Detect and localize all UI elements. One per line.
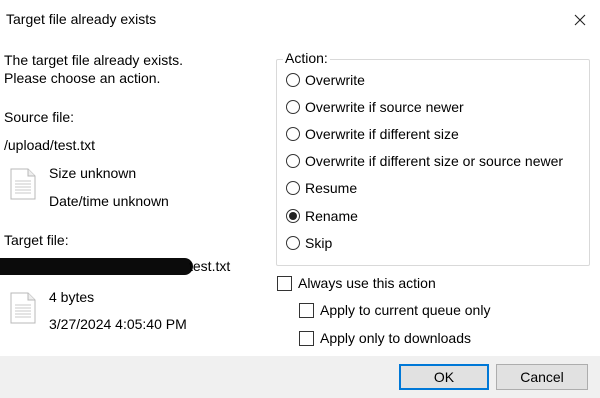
radio-selected-dot (289, 212, 297, 220)
cancel-button[interactable]: Cancel (496, 364, 588, 390)
file-icon (10, 292, 36, 324)
radio-rename[interactable]: Rename (286, 206, 358, 226)
radio-label: Skip (305, 235, 333, 251)
radio-label: Overwrite if source newer (305, 99, 464, 115)
current-queue-checkbox-row[interactable]: Apply to current queue only (299, 300, 490, 320)
target-file-size: 4 bytes (49, 289, 95, 305)
radio-label: Resume (305, 180, 358, 196)
checkbox-label: Always use this action (298, 275, 436, 291)
close-icon (574, 14, 586, 26)
source-file-date: Date/time unknown (49, 193, 169, 209)
always-use-checkbox[interactable] (277, 275, 292, 291)
always-use-checkbox-row[interactable]: Always use this action (277, 273, 436, 293)
radio-overwrite[interactable]: Overwrite (286, 70, 365, 90)
radio-button[interactable] (286, 73, 300, 87)
radio-overwrite-if-different-size[interactable]: Overwrite if different size (286, 124, 459, 144)
source-file-size: Size unknown (49, 165, 137, 181)
checkbox-label: Apply to current queue only (320, 302, 491, 318)
radio-skip[interactable]: Skip (286, 233, 332, 253)
radio-label: Overwrite (305, 72, 365, 88)
radio-button[interactable] (286, 236, 300, 250)
redaction-bar (0, 258, 193, 275)
current-queue-checkbox[interactable] (299, 302, 314, 318)
action-legend: Action: (283, 50, 330, 67)
radio-button[interactable] (286, 181, 300, 195)
radio-label: Rename (305, 208, 358, 224)
downloads-only-checkbox[interactable] (299, 330, 314, 346)
target-file-label: Target file: (4, 232, 69, 248)
source-file-path: /upload/test.txt (4, 137, 96, 153)
target-file-date: 3/27/2024 4:05:40 PM (49, 316, 187, 332)
radio-label: Overwrite if different size (305, 126, 459, 142)
ok-button[interactable]: OK (399, 364, 489, 390)
radio-button-selected[interactable] (286, 209, 300, 223)
title-bar: Target file already exists (0, 0, 600, 40)
radio-button[interactable] (286, 127, 300, 141)
radio-overwrite-if-size-or-newer[interactable]: Overwrite if different size or source ne… (286, 151, 563, 171)
target-file-path: test.txt (189, 258, 231, 274)
close-button[interactable] (566, 6, 594, 34)
radio-resume[interactable]: Resume (286, 178, 357, 198)
checkbox-label: Apply only to downloads (320, 330, 471, 346)
source-file-label: Source file: (4, 109, 75, 125)
radio-button[interactable] (286, 154, 300, 168)
message-line-1: The target file already exists. (4, 52, 183, 68)
window-title: Target file already exists (6, 11, 157, 27)
downloads-only-checkbox-row[interactable]: Apply only to downloads (299, 328, 471, 348)
radio-overwrite-if-newer[interactable]: Overwrite if source newer (286, 97, 464, 117)
message-line-2: Please choose an action. (4, 70, 161, 86)
radio-label: Overwrite if different size or source ne… (305, 153, 564, 169)
file-icon (10, 168, 36, 200)
radio-button[interactable] (286, 100, 300, 114)
